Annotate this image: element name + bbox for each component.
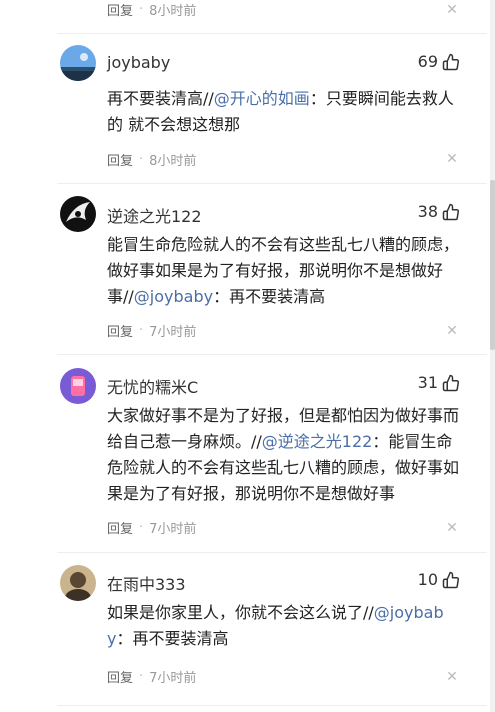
comment-text-body: 再不要装清高// (107, 89, 214, 108)
reply-button[interactable]: 回复 (107, 0, 133, 19)
avatar[interactable] (60, 368, 96, 404)
close-icon[interactable]: ✕ (446, 670, 458, 684)
timestamp: 7小时前 (149, 522, 197, 537)
avatar[interactable] (60, 196, 96, 232)
username[interactable]: 在雨中333 (107, 571, 186, 595)
separator-dot: · (139, 323, 144, 338)
close-icon[interactable]: ✕ (446, 152, 458, 166)
reply-button[interactable]: 回复 (107, 667, 133, 686)
like-count: 31 (417, 373, 438, 392)
close-icon[interactable]: ✕ (446, 324, 458, 338)
comment-meta: 回复 · 7小时前 (107, 518, 196, 537)
separator-dot: · (139, 2, 144, 17)
comment-meta: 回复 · 8小时前 (107, 0, 196, 19)
like-count: 69 (417, 52, 438, 71)
comment-text-body: 如果是你家里人，你就不会这么说了// (107, 603, 374, 622)
timestamp: 8小时前 (149, 154, 197, 169)
comment-text: 能冒生命危险就人的不会有这些乱七八糟的顾虑，做好事如果是为了有好报，那说明你不是… (107, 232, 462, 310)
like-count: 10 (417, 570, 438, 589)
comment-meta: 回复 · 7小时前 (107, 667, 196, 686)
like-button[interactable]: 38 (400, 202, 460, 221)
comment-meta: 回复 · 7小时前 (107, 321, 196, 340)
comment-text: 再不要装清高//@开心的如画：只要瞬间能去救人的 就不会想这想那 (107, 86, 462, 138)
username[interactable]: 逆途之光122 (107, 203, 202, 227)
comment-text: 如果是你家里人，你就不会这么说了//@joybaby：再不要装清高 (107, 600, 462, 652)
mention-link[interactable]: @joybaby (134, 287, 213, 306)
avatar[interactable] (60, 565, 96, 601)
separator-dot: · (139, 669, 144, 684)
avatar[interactable] (60, 45, 96, 81)
reply-button[interactable]: 回复 (107, 321, 133, 340)
like-button[interactable]: 69 (400, 52, 460, 71)
thumbs-up-icon (442, 203, 460, 220)
username[interactable]: joybaby (107, 53, 170, 72)
reply-button[interactable]: 回复 (107, 518, 133, 537)
divider (57, 552, 487, 553)
comment-text-body: ：再不要装清高 (213, 287, 326, 306)
reply-button[interactable]: 回复 (107, 150, 133, 169)
close-icon[interactable]: ✕ (446, 521, 458, 535)
divider (57, 354, 487, 355)
thumbs-up-icon (442, 374, 460, 391)
comment-text: 大家做好事不是为了好报，但是都怕因为做好事而给自己惹一身麻烦。//@逆途之光12… (107, 403, 462, 507)
timestamp: 7小时前 (149, 671, 197, 686)
thumbs-up-icon (442, 53, 460, 70)
divider (57, 183, 487, 184)
comment-meta: 回复 · 8小时前 (107, 150, 196, 169)
username[interactable]: 无忧的糯米C (107, 374, 198, 398)
mention-link[interactable]: @逆途之光122 (262, 432, 373, 451)
divider (57, 33, 487, 34)
like-button[interactable]: 31 (400, 373, 460, 392)
close-icon[interactable]: ✕ (446, 3, 458, 17)
separator-dot: · (139, 152, 144, 167)
scrollbar[interactable] (490, 0, 495, 712)
like-button[interactable]: 10 (400, 570, 460, 589)
comment-text-body: ：再不要装清高 (116, 629, 229, 648)
like-count: 38 (417, 202, 438, 221)
thumbs-up-icon (442, 571, 460, 588)
timestamp: 8小时前 (149, 4, 197, 19)
separator-dot: · (139, 520, 144, 535)
mention-link[interactable]: @开心的如画 (214, 89, 310, 108)
divider (57, 705, 487, 706)
timestamp: 7小时前 (149, 325, 197, 340)
scrollbar-thumb[interactable] (490, 180, 495, 350)
